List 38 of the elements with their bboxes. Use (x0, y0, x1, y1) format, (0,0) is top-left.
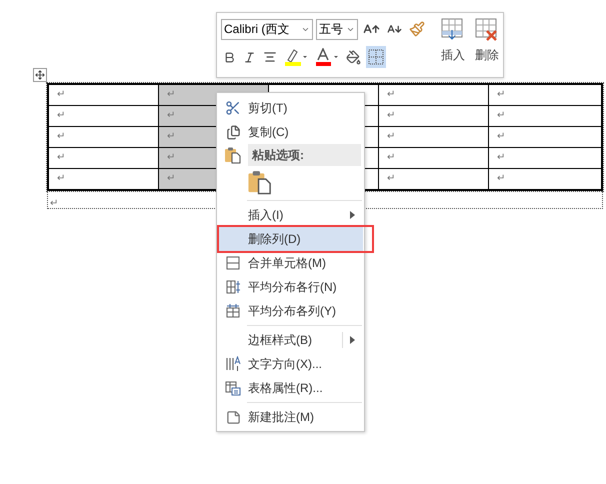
menu-item[interactable]: 平均分布各列(Y) (218, 299, 363, 323)
table-move-handle[interactable] (33, 68, 47, 82)
font-color-icon[interactable] (315, 48, 339, 66)
shading-icon[interactable] (346, 50, 361, 64)
insert-button[interactable]: 插入 (439, 18, 467, 72)
copy-icon (226, 124, 240, 140)
merge-cells-icon (226, 256, 240, 270)
paragraph-mark: ↵ (50, 198, 58, 209)
paste-options-header: 粘贴选项: (248, 144, 361, 166)
menu-item[interactable]: 新建批注(M) (218, 405, 363, 429)
distribute-rows-icon (226, 280, 240, 294)
menu-item[interactable]: 表格属性(R)... (218, 376, 363, 400)
text-direction-icon (225, 356, 241, 372)
cut-icon (225, 100, 241, 116)
submenu-arrow-icon (350, 336, 355, 344)
font-size-dropdown[interactable]: 五号 (316, 18, 358, 40)
delete-button[interactable]: 删除 (473, 18, 501, 72)
font-name-dropdown[interactable]: Calibri (西文 (221, 18, 313, 40)
distribute-columns-icon (226, 304, 240, 318)
table-properties-icon (225, 380, 241, 396)
delete-table-icon (475, 18, 499, 42)
bold-icon[interactable] (223, 50, 236, 64)
highlighter-icon[interactable] (284, 48, 308, 66)
menu-item[interactable]: 删除列(D) (218, 227, 363, 251)
borders-button[interactable] (366, 46, 386, 68)
align-center-icon[interactable] (263, 50, 277, 64)
clipboard-icon (224, 146, 242, 164)
submenu-arrow-icon (350, 211, 355, 219)
menu-item[interactable]: 文字方向(X)... (218, 352, 363, 376)
format-painter-icon[interactable] (409, 21, 425, 37)
clipboard-icon (247, 169, 273, 195)
comment-icon (226, 410, 240, 424)
italic-icon[interactable] (243, 50, 256, 64)
menu-item[interactable]: 合并单元格(M) (218, 251, 363, 275)
insert-below-icon (441, 18, 465, 42)
submenu-item[interactable]: 边框样式(B) (218, 328, 363, 352)
menu-item[interactable]: 平均分布各行(N) (218, 275, 363, 299)
submenu-item[interactable]: 插入(I) (218, 203, 363, 227)
